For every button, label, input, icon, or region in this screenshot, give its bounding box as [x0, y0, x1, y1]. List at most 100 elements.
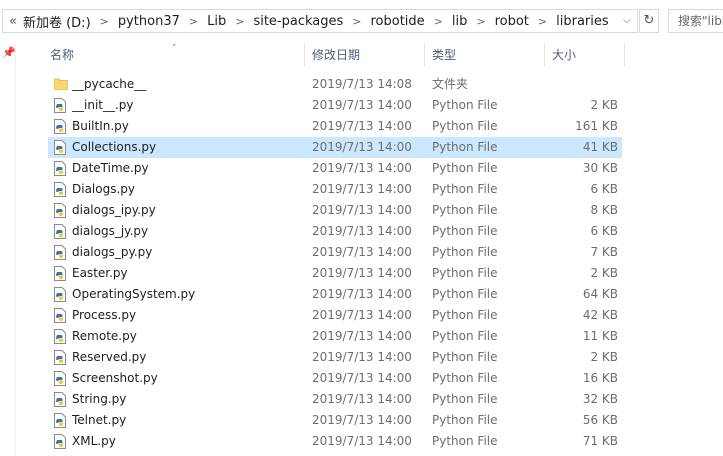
file-type: Python File — [432, 245, 498, 259]
file-type: Python File — [432, 140, 498, 154]
file-modified-date: 2019/7/13 14:00 — [312, 329, 412, 343]
file-name: Reserved.py — [72, 350, 147, 364]
file-size: 2 KB — [590, 98, 618, 112]
column-header-size[interactable]: 大小 — [545, 43, 625, 67]
python-file-icon — [54, 245, 66, 260]
chevron-right-icon[interactable]: > — [470, 15, 491, 28]
history-dropdown-icon[interactable]: ⌵ — [623, 15, 631, 26]
file-name: __init__.py — [72, 98, 134, 112]
breadcrumb-item-robot[interactable]: robot — [492, 14, 532, 29]
column-header-type[interactable]: 类型 — [425, 43, 545, 67]
refresh-button[interactable]: ↻ — [639, 9, 659, 33]
file-row[interactable]: Screenshot.py 2019/7/13 14:00 Python File 1… — [48, 368, 622, 389]
python-file-icon — [54, 413, 66, 428]
file-name: Telnet.py — [72, 413, 127, 427]
file-type: Python File — [432, 224, 498, 238]
file-row[interactable]: Telnet.py 2019/7/13 14:00 Python File 56 KB — [48, 410, 622, 431]
file-row[interactable]: BuiltIn.py 2019/7/13 14:00 Python File 161 … — [48, 116, 622, 137]
python-file-icon — [54, 329, 66, 344]
column-header-size-label: 大小 — [552, 48, 577, 62]
file-row[interactable]: Process.py 2019/7/13 14:00 Python File 42 K… — [48, 305, 622, 326]
breadcrumb-item-lib-2[interactable]: lib — [449, 14, 470, 29]
pin-icon: 📌 — [2, 46, 16, 59]
breadcrumb-item-libraries[interactable]: libraries — [553, 14, 612, 29]
file-name: Collections.py — [72, 140, 157, 154]
file-modified-date: 2019/7/13 14:00 — [312, 98, 412, 112]
navigation-pane[interactable]: 📌 — [0, 43, 16, 456]
column-header-date[interactable]: 修改日期 — [305, 43, 425, 67]
file-size: 56 KB — [582, 413, 618, 427]
file-name: Dialogs.py — [72, 182, 136, 196]
file-row[interactable]: __init__.py 2019/7/13 14:00 Python File 2 K… — [48, 95, 622, 116]
file-row[interactable]: __pycache__ 2019/7/13 14:08 文件夹 — [48, 74, 622, 95]
file-name: dialogs_jy.py — [72, 224, 149, 238]
column-header-name[interactable]: 名称 ˄ — [43, 43, 305, 67]
breadcrumb-item-drive[interactable]: 新加卷 (D:) — [20, 12, 94, 31]
file-modified-date: 2019/7/13 14:00 — [312, 392, 412, 406]
chevron-right-icon[interactable]: > — [94, 15, 115, 28]
breadcrumb-item-lib[interactable]: Lib — [204, 14, 229, 29]
file-modified-date: 2019/7/13 14:00 — [312, 119, 412, 133]
file-modified-date: 2019/7/13 14:00 — [312, 350, 412, 364]
folder-icon — [53, 77, 69, 92]
file-name: dialogs_ipy.py — [72, 203, 156, 217]
column-header-name-label: 名称 — [50, 48, 75, 62]
file-row[interactable]: XML.py 2019/7/13 14:00 Python File 71 KB — [48, 431, 622, 452]
file-row[interactable]: dialogs_py.py 2019/7/13 14:00 Python File 7… — [48, 242, 622, 263]
file-size: 30 KB — [582, 161, 618, 175]
file-row[interactable]: String.py 2019/7/13 14:00 Python File 32 KB — [48, 389, 622, 410]
python-file-icon — [54, 287, 66, 302]
file-type: Python File — [432, 329, 498, 343]
search-placeholder: 搜索"libr — [678, 14, 723, 28]
file-size: 71 KB — [582, 434, 618, 448]
chevron-right-icon[interactable]: > — [532, 15, 553, 28]
chevron-right-icon[interactable]: > — [183, 15, 204, 28]
chevron-right-icon[interactable]: > — [346, 15, 367, 28]
search-input[interactable]: 搜索"libr — [668, 9, 723, 33]
file-type: Python File — [432, 413, 498, 427]
file-modified-date: 2019/7/13 14:00 — [312, 371, 412, 385]
column-header: 名称 ˄ 修改日期 类型 大小 — [43, 43, 625, 67]
file-row[interactable]: dialogs_jy.py 2019/7/13 14:00 Python File 6… — [48, 221, 622, 242]
file-size: 16 KB — [582, 371, 618, 385]
file-row[interactable]: Collections.py 2019/7/13 14:00 Python File… — [48, 137, 622, 158]
file-row[interactable]: Reserved.py 2019/7/13 14:00 Python File 2 K… — [48, 347, 622, 368]
file-name: Process.py — [72, 308, 137, 322]
sort-ascending-icon: ˄ — [172, 44, 177, 54]
file-type: Python File — [432, 266, 498, 280]
file-row[interactable]: dialogs_ipy.py 2019/7/13 14:00 Python File… — [48, 200, 622, 221]
python-file-icon — [54, 434, 66, 449]
file-row[interactable]: Easter.py 2019/7/13 14:00 Python File 2 KB — [48, 263, 622, 284]
file-name: String.py — [72, 392, 127, 406]
refresh-icon: ↻ — [643, 13, 655, 28]
address-bar-area: « 新加卷 (D:) > python37 > Lib > site-packa… — [0, 0, 723, 43]
file-size: 64 KB — [582, 287, 618, 301]
file-name: Screenshot.py — [72, 371, 158, 385]
breadcrumb-item-robotide[interactable]: robotide — [367, 14, 427, 29]
file-row[interactable]: Remote.py 2019/7/13 14:00 Python File 11 KB — [48, 326, 622, 347]
chevron-right-icon[interactable]: > — [229, 15, 250, 28]
file-size: 2 KB — [590, 350, 618, 364]
file-row[interactable]: OperatingSystem.py 2019/7/13 14:00 Python … — [48, 284, 622, 305]
file-size: 42 KB — [582, 308, 618, 322]
file-modified-date: 2019/7/13 14:00 — [312, 182, 412, 196]
file-name: dialogs_py.py — [72, 245, 153, 259]
breadcrumb-item-python37[interactable]: python37 — [115, 14, 183, 29]
file-row[interactable]: DateTime.py 2019/7/13 14:00 Python File 30 … — [48, 158, 622, 179]
file-size: 32 KB — [582, 392, 618, 406]
file-size: 2 KB — [590, 266, 618, 280]
file-row[interactable]: Dialogs.py 2019/7/13 14:00 Python File 6 KB — [48, 179, 622, 200]
python-file-icon — [54, 392, 66, 407]
python-file-icon — [54, 308, 66, 323]
python-file-icon — [54, 119, 66, 134]
file-modified-date: 2019/7/13 14:00 — [312, 224, 412, 238]
file-name: XML.py — [72, 434, 116, 448]
chevron-right-icon[interactable]: > — [428, 15, 449, 28]
file-name: Easter.py — [72, 266, 128, 280]
file-name: Remote.py — [72, 329, 137, 343]
file-type: Python File — [432, 434, 498, 448]
breadcrumb-overflow-button[interactable]: « — [9, 14, 20, 29]
file-modified-date: 2019/7/13 14:00 — [312, 308, 412, 322]
breadcrumb-item-site-packages[interactable]: site-packages — [250, 14, 346, 29]
address-bar[interactable]: « 新加卷 (D:) > python37 > Lib > site-packa… — [2, 9, 638, 33]
